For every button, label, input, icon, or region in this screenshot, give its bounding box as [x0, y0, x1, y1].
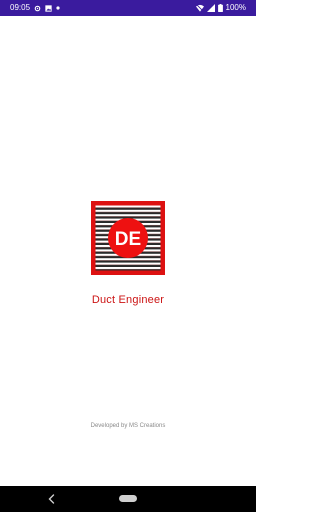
status-bar: 09:05 100% [0, 0, 256, 16]
developer-credit: Developed by MS Creations [90, 423, 166, 429]
notification-dot-icon [56, 6, 60, 10]
status-bar-right: 100% [195, 0, 246, 16]
battery-icon [217, 4, 223, 12]
battery-percentage: 100% [225, 3, 246, 12]
cellular-signal-icon [206, 4, 215, 12]
settings-gear-icon [34, 5, 41, 12]
navigation-bar [0, 486, 256, 512]
status-time: 09:05 [10, 3, 31, 12]
app-logo: DE [91, 201, 165, 275]
app-name: Duct Engineer [91, 294, 165, 306]
image-icon [45, 4, 52, 12]
app-logo-letters: DE [115, 229, 141, 250]
home-pill-icon[interactable] [119, 495, 137, 502]
back-icon[interactable] [47, 492, 57, 506]
status-bar-left: 09:05 [10, 0, 60, 16]
wifi-icon [195, 4, 204, 12]
